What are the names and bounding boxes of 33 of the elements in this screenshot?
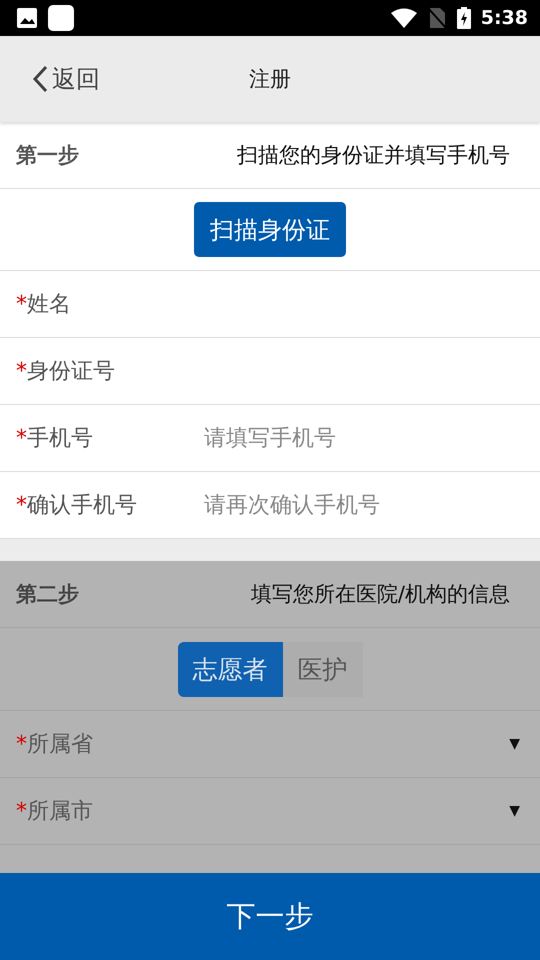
next-step-button[interactable]: 下一步: [0, 873, 540, 960]
step-description: 扫描您的身份证并填写手机号: [237, 142, 510, 169]
input-field[interactable]: 请再次确认手机号: [202, 492, 524, 518]
step-description: 填写您所在医院/机构的信息: [250, 581, 510, 608]
required-mark: *: [16, 732, 27, 756]
required-mark: *: [16, 492, 27, 518]
back-button[interactable]: 返回: [32, 63, 100, 95]
image-icon: [16, 7, 38, 29]
dropdown-caret-icon: ▼: [509, 736, 520, 752]
dropdown-caret-icon: ▼: [509, 803, 520, 819]
step-label: 第一步: [16, 142, 79, 169]
required-mark: *: [16, 358, 27, 384]
battery-charging-icon: [456, 7, 471, 29]
required-mark: *: [16, 798, 27, 824]
chevron-left-icon: [32, 65, 48, 93]
field-label: 所属省: [27, 731, 93, 759]
app-icon: [48, 5, 74, 31]
scan-id-button[interactable]: 扫描身份证: [194, 202, 346, 257]
dropdown-field[interactable]: *所属市 ▼: [0, 778, 540, 845]
wifi-icon: [390, 8, 417, 28]
dropdown-field[interactable]: *所属省 ▼: [0, 711, 540, 778]
field-label: 姓名: [27, 291, 71, 319]
field-label: 手机号: [27, 425, 93, 453]
required-mark: *: [16, 426, 27, 450]
field-label: 所属市: [27, 798, 93, 826]
step-label: 第二步: [16, 581, 79, 608]
input-field[interactable]: 请填写手机号: [202, 424, 524, 452]
clock-time: 5:38: [480, 7, 528, 29]
field-label: 确认手机号: [27, 492, 137, 520]
required-mark: *: [16, 292, 27, 316]
field-label: 身份证号: [27, 358, 115, 386]
role-tab[interactable]: 志愿者: [178, 642, 282, 696]
page-title: 注册: [249, 66, 291, 93]
